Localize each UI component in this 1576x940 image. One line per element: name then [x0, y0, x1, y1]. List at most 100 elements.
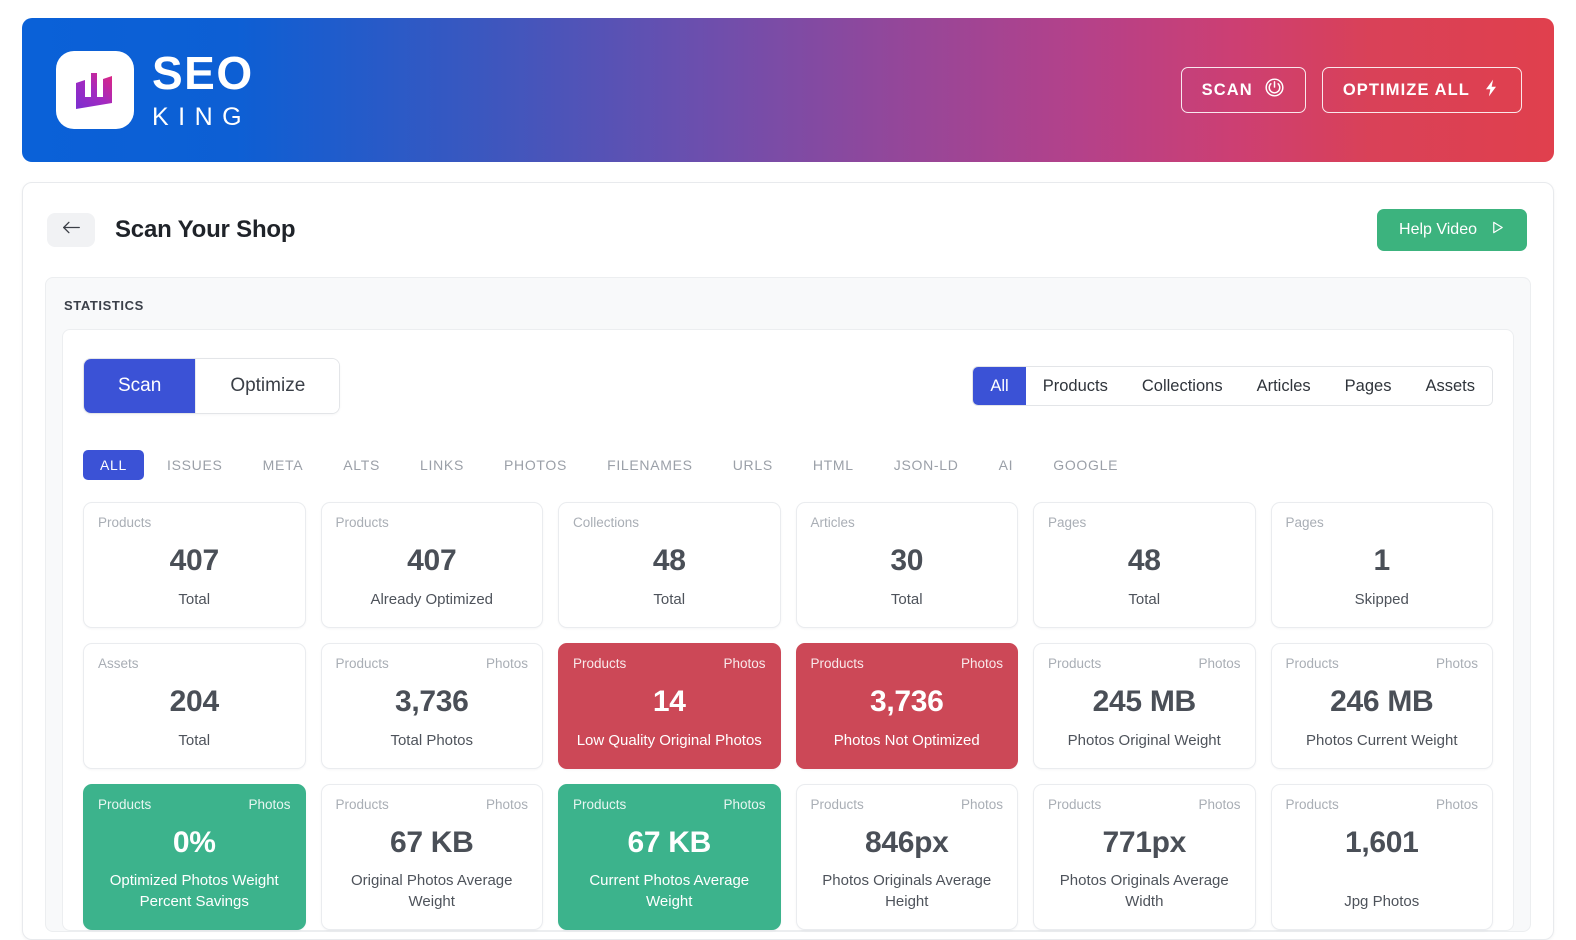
stat-card[interactable]: Products 407 Total	[83, 502, 306, 628]
stat-card[interactable]: Pages 48 Total	[1033, 502, 1256, 628]
scope-filter-all[interactable]: All	[973, 367, 1026, 405]
stat-card[interactable]: Pages 1 Skipped	[1270, 502, 1493, 628]
stat-card[interactable]: Products Photos 1,601 Jpg Photos	[1270, 784, 1493, 930]
stat-card-label: Jpg Photos	[1344, 893, 1420, 911]
stat-card-scope-left: Products	[1048, 656, 1102, 671]
back-button[interactable]	[47, 213, 95, 247]
stat-card-scope-left: Products	[810, 656, 864, 671]
stat-card[interactable]: Products Photos 846px Photos Originals Aver…	[795, 784, 1018, 930]
scope-filter-articles[interactable]: Articles	[1239, 367, 1328, 405]
stat-card-value: 14	[652, 684, 686, 718]
stat-card-scope-left: Products	[98, 515, 152, 530]
stat-card-scope: Products Photos	[811, 657, 1004, 671]
stat-card-label: Photos Originals Average Height	[822, 871, 992, 911]
optimize-all-button[interactable]: OPTIMIZE ALL	[1321, 67, 1522, 113]
scope-filter-group: All Products Collections Articles Pages Asset…	[972, 366, 1493, 406]
sub-tab-html[interactable]: HTML	[796, 450, 871, 480]
page-title: Scan Your Shop	[115, 216, 296, 243]
statistics-section: STATISTICS Scan Optimize All Products Colle…	[45, 277, 1531, 932]
stat-card-value: 48	[652, 543, 686, 577]
stat-card-scope-right: Photos	[723, 797, 766, 812]
stat-card-label: Original Photos Average Weight	[351, 871, 513, 911]
stat-card-scope: Products Photos	[336, 657, 529, 671]
stat-card[interactable]: Products Photos 3,736 Total Photos	[320, 643, 543, 769]
sub-tab-ai[interactable]: AI	[982, 450, 1031, 480]
sub-tab-all[interactable]: ALL	[83, 450, 145, 480]
play-triangle-icon	[1490, 220, 1505, 240]
scope-filter-pages[interactable]: Pages	[1327, 367, 1409, 405]
statistics-body: Scan Optimize All Products Collections Artic…	[62, 329, 1514, 931]
sub-tab-issues[interactable]: ISSUES	[150, 450, 240, 480]
sub-tab-photos[interactable]: PHOTOS	[487, 450, 584, 480]
stat-card[interactable]: Products Photos 245 MB Photos Original Weig…	[1033, 643, 1256, 769]
stat-card[interactable]: Assets 204 Total	[83, 643, 306, 769]
scan-button[interactable]: SCAN	[1180, 67, 1306, 113]
stat-card[interactable]: Articles 30 Total	[795, 502, 1018, 628]
scope-filter-collections[interactable]: Collections	[1124, 367, 1240, 405]
banner-actions: SCAN OPTIMIZE ALL	[1180, 67, 1522, 113]
statistics-card-grid: Products 407 Total Products 407 Already Optim…	[83, 502, 1493, 930]
stat-card-label: Total	[178, 591, 211, 609]
stat-card-value: 407	[169, 543, 219, 577]
stat-card-value: 0%	[172, 825, 216, 859]
sub-tab-urls[interactable]: URLS	[716, 450, 790, 480]
stat-card-scope-left: Assets	[98, 656, 139, 671]
brand-name-primary: SEO	[152, 47, 254, 99]
stat-card-scope-right: Photos	[723, 656, 766, 671]
arrow-left-icon	[62, 220, 81, 240]
stat-card-scope-right: Photos	[248, 797, 291, 812]
stat-card[interactable]: Collections 48 Total	[558, 502, 781, 628]
sub-tab-links[interactable]: LINKS	[403, 450, 481, 480]
scope-filter-products[interactable]: Products	[1025, 367, 1125, 405]
stat-card-label: Current Photos Average Weight	[589, 871, 750, 911]
sub-tab-json-ld[interactable]: JSON-LD	[877, 450, 976, 480]
stat-card-scope: Products Photos	[1048, 798, 1241, 812]
stat-card-scope-left: Products	[98, 797, 152, 812]
scope-filter-assets[interactable]: Assets	[1408, 367, 1492, 405]
sub-tab-alts[interactable]: ALTS	[326, 450, 397, 480]
stat-card[interactable]: Products Photos 0% Optimized Photos Weight …	[83, 784, 306, 930]
stat-card[interactable]: Products Photos 67 KB Current Photos Averag…	[558, 784, 781, 930]
stat-card-scope-left: Products	[1285, 656, 1339, 671]
app-banner: SEO KING SCAN OPTIMIZE ALL	[22, 18, 1554, 162]
stat-card[interactable]: Products Photos 246 MB Photos Current Weigh…	[1270, 643, 1493, 769]
mode-tab-optimize[interactable]: Optimize	[195, 359, 340, 413]
stat-card-scope: Products Photos	[1048, 657, 1241, 671]
stat-card-label: Total	[653, 591, 686, 609]
stat-card-scope: Products Photos	[336, 798, 529, 812]
stat-card-scope: Products Photos	[1286, 657, 1479, 671]
stat-card[interactable]: Products Photos 14 Low Quality Original Pho…	[558, 643, 781, 769]
stat-card-scope: Products Photos	[573, 798, 766, 812]
stat-card-scope: Products	[98, 516, 291, 530]
stat-card-scope-right: Photos	[485, 656, 528, 671]
mode-tab-scan[interactable]: Scan	[84, 359, 196, 413]
sub-tab-filenames[interactable]: FILENAMES	[590, 450, 710, 480]
stat-card[interactable]: Products Photos 3,736 Photos Not Optimized	[795, 643, 1018, 769]
stat-card-value: 407	[407, 543, 457, 577]
stat-card-scope-left: Collections	[573, 515, 640, 530]
page-container: Scan Your Shop Help Video STATISTICS Sca…	[22, 182, 1554, 940]
stat-card-scope-right: Photos	[1435, 797, 1478, 812]
stat-card-value: 246 MB	[1330, 684, 1434, 718]
help-video-button[interactable]: Help Video	[1377, 209, 1527, 251]
stat-card-scope-left: Articles	[810, 515, 855, 530]
sub-tab-google[interactable]: GOOGLE	[1036, 450, 1135, 480]
stat-card-value: 67 KB	[627, 825, 712, 859]
stat-card-scope-right: Photos	[1198, 797, 1241, 812]
stat-card-value: 67 KB	[389, 825, 474, 859]
page-header: Scan Your Shop Help Video	[23, 183, 1553, 277]
stat-card[interactable]: Products Photos 67 KB Original Photos Avera…	[320, 784, 543, 930]
stat-card-label: Photos Original Weight	[1067, 732, 1221, 750]
stat-card-label: Photos Current Weight	[1306, 732, 1458, 750]
sub-tab-meta[interactable]: META	[246, 450, 321, 480]
stat-card-label: Total	[178, 732, 211, 750]
stat-card-value: 3,736	[394, 684, 469, 718]
stat-card-scope-left: Products	[335, 515, 389, 530]
brand-name-secondary: KING	[152, 103, 252, 131]
stat-card-scope-right: Photos	[485, 797, 528, 812]
stat-card-scope-right: Photos	[1198, 656, 1241, 671]
stat-card-scope: Products Photos	[1286, 798, 1479, 812]
stat-card[interactable]: Products Photos 771px Photos Originals Aver…	[1033, 784, 1256, 930]
stat-card[interactable]: Products 407 Already Optimized	[320, 502, 543, 628]
lightning-bolt-icon	[1481, 77, 1501, 104]
